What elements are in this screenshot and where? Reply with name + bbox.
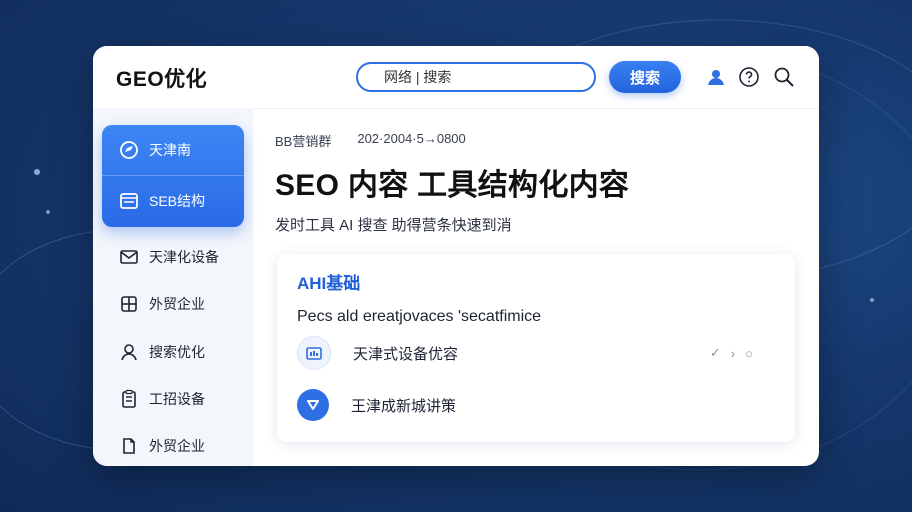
main-content: BB营销群 202·2004·5→0800 SEO 内容 工具结构化内容 发时工… (253, 108, 819, 466)
circle-icon[interactable]: ○ (745, 346, 753, 361)
sidebar-item-label: 工招设备 (149, 391, 205, 407)
sidebar-item-label: SEB结构 (149, 193, 206, 209)
search-input-value: 网络 | 搜索 (384, 69, 452, 85)
user-icon (118, 341, 140, 363)
sidebar-item-label: 天津南 (149, 142, 191, 158)
search-button[interactable]: 搜索 (609, 61, 681, 93)
sidebar-item-equipment[interactable]: 天津化设备 (93, 239, 253, 275)
help-icon[interactable] (738, 66, 760, 88)
page-subtitle: 发时工具 AI 搜查 助得营条快速到消 (275, 217, 512, 234)
row-actions: ✓ › ○ (710, 345, 753, 361)
clipboard-icon (118, 388, 140, 410)
chevron-right-icon[interactable]: › (731, 346, 735, 361)
list-item-label: 王津成新城讲策 (351, 397, 457, 415)
sidebar-item-search-opt[interactable]: 搜索优化 (93, 334, 253, 370)
user-icon[interactable] (705, 66, 727, 88)
list-item[interactable]: 天津式设备优容 ✓ › ○ (297, 336, 777, 370)
article-meta: BB营销群 202·2004·5→0800 (275, 131, 466, 150)
sidebar-active-group: 天津南 SEB结构 (102, 125, 244, 227)
sidebar-item-label: 天津化设备 (149, 249, 219, 265)
grid-icon (118, 293, 140, 315)
sidebar-item-label: 外贸企业 (149, 438, 205, 454)
sidebar-item-label: 外贸企业 (149, 296, 205, 312)
compass-icon (118, 139, 140, 161)
meta-category: BB营销群 (275, 134, 332, 149)
search-icon[interactable] (773, 66, 795, 88)
page-title: SEO 内容 工具结构化内容 (275, 169, 630, 202)
browser-icon (118, 190, 140, 212)
list-item-label: 天津式设备优容 (353, 345, 459, 363)
sidebar-item-trade-2[interactable]: 外贸企业 (93, 428, 253, 464)
sidebar: 天津南 SEB结构 天津化设备 外贸企业 搜索优化 工招设备 外贸企业 (93, 108, 253, 466)
app-logo[interactable]: GEO优化 (116, 63, 207, 93)
search-input[interactable]: 网络 | 搜索 (356, 62, 596, 92)
sidebar-item-seb[interactable]: SEB结构 (102, 183, 244, 219)
app-window: GEO优化 网络 | 搜索 搜索 天津南 SEB结构 天津化设备 外贸企业 搜索… (93, 46, 819, 466)
sidebar-item-tianjin[interactable]: 天津南 (102, 132, 244, 168)
sidebar-item-tools[interactable]: 工招设备 (93, 381, 253, 417)
card-description: Pecs ald ereatjovaces 'secatfimice (297, 308, 542, 325)
divider (102, 175, 244, 176)
mail-icon (118, 246, 140, 268)
content-card: AHI基础 Pecs ald ereatjovaces 'secatfimice… (277, 254, 795, 442)
check-icon[interactable]: ✓ (710, 345, 721, 361)
grid-icon (297, 336, 331, 370)
document-icon (118, 435, 140, 457)
list-item[interactable]: 王津成新城讲策 (297, 388, 777, 422)
meta-date: 202·2004·5→0800 (357, 131, 466, 146)
chevron-down-icon (297, 389, 329, 421)
sidebar-item-trade[interactable]: 外贸企业 (93, 286, 253, 322)
card-title: AHI基础 (297, 274, 361, 293)
top-bar: GEO优化 网络 | 搜索 搜索 (93, 46, 819, 109)
sidebar-item-label: 搜索优化 (149, 344, 205, 360)
